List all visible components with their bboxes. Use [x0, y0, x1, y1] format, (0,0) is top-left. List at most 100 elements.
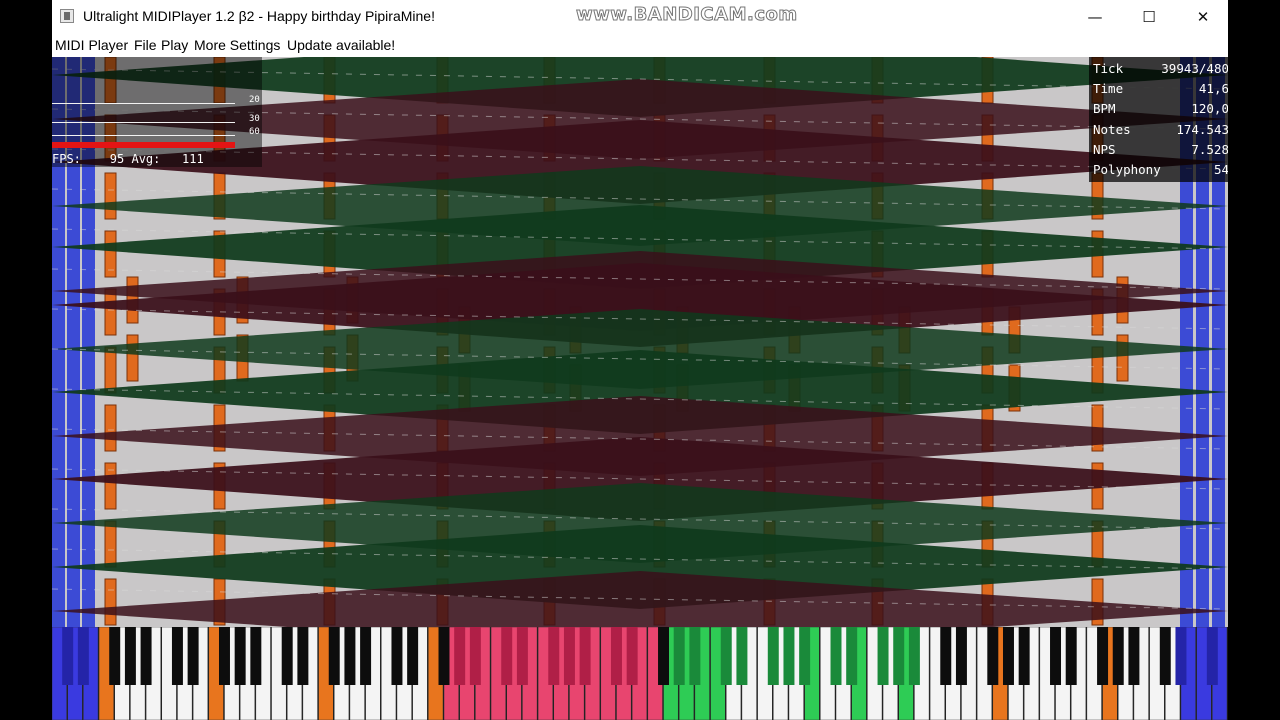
orange-note: [104, 346, 117, 394]
window-title: Ultralight MIDIPlayer 1.2 β2 - Happy bir…: [83, 8, 435, 24]
player-window: Ultralight MIDIPlayer 1.2 β2 - Happy bir…: [52, 0, 1228, 720]
black-key: [124, 627, 136, 685]
black-key: [658, 627, 670, 685]
info-label: Notes: [1093, 122, 1131, 137]
black-key: [1206, 627, 1218, 685]
fps-graph-line-30: [52, 122, 235, 123]
black-key: [1002, 627, 1014, 685]
bandicam-watermark: www.BANDICAM.com: [576, 4, 798, 26]
black-key: [1159, 627, 1171, 685]
black-key: [626, 627, 638, 685]
graph-label-30: 30: [249, 114, 260, 124]
black-key: [955, 627, 967, 685]
info-value: 41,6: [1198, 81, 1228, 96]
black-key: [391, 627, 403, 685]
black-key: [187, 627, 199, 685]
maximize-button[interactable]: ☐: [1122, 0, 1176, 33]
black-key: [783, 627, 795, 685]
black-key: [140, 627, 152, 685]
info-row-time: Time 41,6: [1093, 81, 1228, 101]
info-row-polyphony: Polyphony 54: [1093, 162, 1228, 182]
info-value: 120,0: [1191, 101, 1228, 116]
black-key: [767, 627, 779, 685]
info-label: Time: [1093, 81, 1124, 96]
black-key: [799, 627, 811, 685]
black-key: [438, 627, 450, 685]
close-button[interactable]: ✕: [1176, 0, 1228, 33]
info-label: BPM: [1093, 101, 1116, 116]
black-key: [673, 627, 685, 685]
black-key: [1128, 627, 1140, 685]
black-key: [1065, 627, 1077, 685]
black-key: [908, 627, 920, 685]
info-value: 54: [1213, 162, 1228, 177]
black-key: [516, 627, 528, 685]
playback-info-panel: Tick 39943/480 Time 41,6 BPM 120,0 Notes…: [1089, 57, 1228, 182]
black-key: [62, 627, 74, 685]
black-key: [846, 627, 858, 685]
orange-note: [104, 520, 117, 568]
black-key: [171, 627, 183, 685]
black-key: [501, 627, 513, 685]
black-key: [563, 627, 575, 685]
black-key: [360, 627, 372, 685]
menu-bar: MIDI Player File Play More Settings Upda…: [52, 33, 1228, 57]
black-key: [454, 627, 466, 685]
menu-file[interactable]: File: [134, 37, 157, 53]
black-key: [579, 627, 591, 685]
black-key: [109, 627, 121, 685]
graph-label-20: 20: [249, 95, 260, 105]
info-row-notes: Notes 174.543: [1093, 122, 1228, 142]
fps-graph-line-20: [52, 103, 235, 104]
black-key: [548, 627, 560, 685]
info-label: Polyphony: [1093, 162, 1161, 177]
black-key: [877, 627, 889, 685]
menu-more-settings[interactable]: More Settings: [194, 37, 280, 53]
orange-note: [104, 578, 117, 626]
note-visualizer: 20 30 60 FPS: 95 Avg: 111 Tick 39943/480…: [52, 57, 1228, 627]
black-key: [1175, 627, 1187, 685]
menu-midi-player[interactable]: MIDI Player: [55, 37, 128, 53]
black-key: [1097, 627, 1109, 685]
orange-note: [104, 404, 117, 452]
minimize-button[interactable]: —: [1068, 0, 1122, 33]
black-key: [1018, 627, 1030, 685]
orange-note: [104, 288, 117, 336]
orange-note: [104, 172, 117, 220]
info-label: Tick: [1093, 61, 1124, 76]
black-key: [407, 627, 419, 685]
black-key: [328, 627, 340, 685]
info-row-nps: NPS 7.528: [1093, 142, 1228, 162]
black-key: [297, 627, 309, 685]
black-key: [234, 627, 246, 685]
fps-graph-line-60: [52, 135, 235, 136]
frame-time-bar: [52, 142, 235, 148]
black-key: [689, 627, 701, 685]
black-key: [736, 627, 748, 685]
fps-readout: FPS: 95 Avg: 111: [52, 152, 204, 166]
black-key: [893, 627, 905, 685]
app-icon: [60, 9, 74, 23]
black-key: [987, 627, 999, 685]
black-key: [720, 627, 732, 685]
menu-play[interactable]: Play: [161, 37, 188, 53]
black-key: [77, 627, 89, 685]
black-key: [281, 627, 293, 685]
black-key: [940, 627, 952, 685]
info-row-tick: Tick 39943/480: [1093, 61, 1228, 81]
menu-update-available[interactable]: Update available!: [287, 37, 395, 53]
black-key: [830, 627, 842, 685]
black-key: [1050, 627, 1062, 685]
info-value: 39943/480: [1161, 61, 1228, 76]
black-key: [610, 627, 622, 685]
black-key: [469, 627, 481, 685]
black-key: [218, 627, 230, 685]
piano-keyboard: [52, 627, 1228, 720]
graph-label-60: 60: [249, 127, 260, 137]
title-bar[interactable]: Ultralight MIDIPlayer 1.2 β2 - Happy bir…: [52, 0, 1228, 33]
orange-note: [126, 334, 139, 382]
info-value: 7.528: [1191, 142, 1228, 157]
info-row-bpm: BPM 120,0: [1093, 101, 1228, 121]
black-key: [250, 627, 262, 685]
info-value: 174.543: [1176, 122, 1228, 137]
